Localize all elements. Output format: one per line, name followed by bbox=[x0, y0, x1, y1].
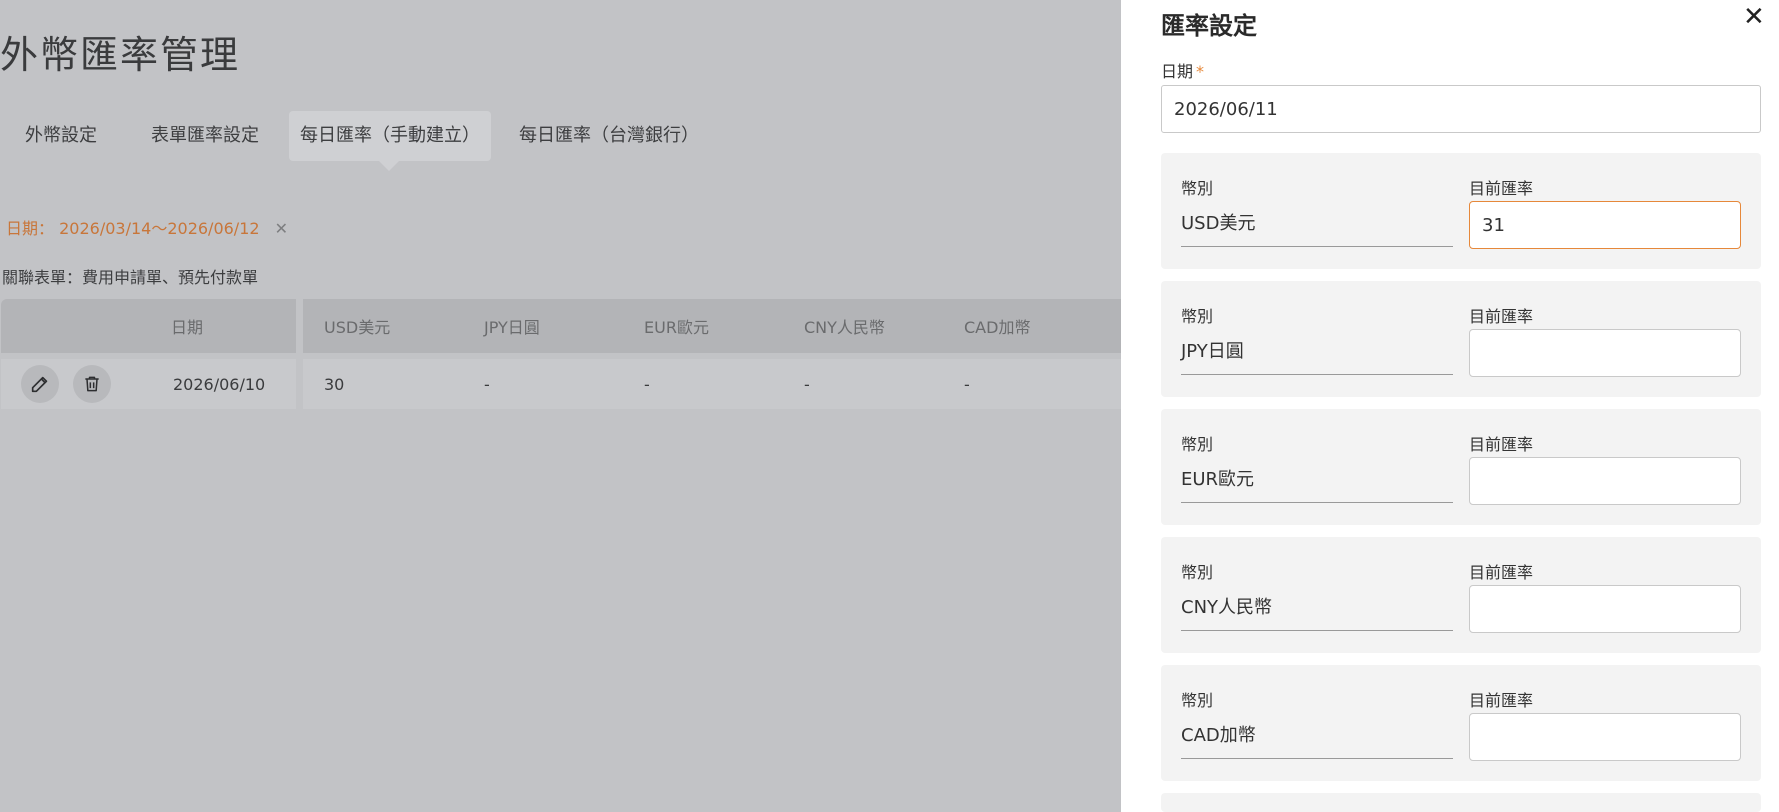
currency-label: 幣別 bbox=[1181, 691, 1214, 710]
cell-jpy: - bbox=[484, 374, 490, 394]
column-separator bbox=[296, 359, 303, 409]
drawer-title: 匯率設定 bbox=[1161, 12, 1257, 40]
edit-button[interactable] bbox=[21, 365, 59, 403]
date-field-label: 日期 * bbox=[1161, 58, 1204, 82]
header-jpy: JPY日圓 bbox=[484, 318, 540, 337]
currency-card-cad: 幣別 目前匯率 CAD加幣 bbox=[1161, 665, 1761, 781]
column-separator bbox=[296, 299, 303, 353]
rate-label: 目前匯率 bbox=[1469, 691, 1534, 710]
cell-usd: 30 bbox=[324, 374, 345, 394]
rate-label: 目前匯率 bbox=[1469, 179, 1534, 198]
page-title: 外幣匯率管理 bbox=[0, 33, 241, 77]
rate-settings-drawer: 匯率設定 ✕ 日期* 幣別 目前匯率 USD美元 幣別 目前匯率 JPY日圓 幣… bbox=[1121, 0, 1779, 812]
currency-label: 幣別 bbox=[1181, 435, 1214, 454]
date-filter-chip: 日期： 2026/03/14～2026/06/12 ✕ bbox=[6, 215, 288, 239]
header-date: 日期 bbox=[171, 318, 204, 337]
rate-input-jpy[interactable] bbox=[1469, 329, 1741, 377]
filter-label: 日期： bbox=[6, 219, 55, 238]
cell-cad: - bbox=[964, 374, 970, 394]
rates-table: 日期 USD美元 JPY日圓 EUR歐元 CNY人民幣 CAD加幣 2026/0… bbox=[1, 299, 1121, 409]
close-icon[interactable]: ✕ bbox=[1743, 2, 1765, 32]
rate-label: 目前匯率 bbox=[1469, 435, 1534, 454]
tab-form-rate-settings[interactable]: 表單匯率設定 bbox=[139, 111, 271, 161]
date-label-text: 日期 bbox=[1161, 62, 1194, 81]
rate-input-usd[interactable] bbox=[1469, 201, 1741, 249]
edit-icon bbox=[31, 376, 48, 393]
currency-label: 幣別 bbox=[1181, 563, 1214, 582]
cell-date: 2026/06/10 bbox=[173, 374, 266, 394]
tab-daily-rate-bank[interactable]: 每日匯率（台灣銀行） bbox=[507, 111, 711, 161]
currency-value: CNY人民幣 bbox=[1181, 593, 1453, 631]
delete-button[interactable] bbox=[73, 365, 111, 403]
trash-icon bbox=[85, 376, 99, 392]
currency-value: EUR歐元 bbox=[1181, 465, 1453, 503]
currency-label: 幣別 bbox=[1181, 307, 1214, 326]
tab-daily-rate-manual[interactable]: 每日匯率（手動建立） bbox=[289, 111, 491, 171]
cell-cny: - bbox=[804, 374, 810, 394]
currency-card-usd: 幣別 目前匯率 USD美元 bbox=[1161, 153, 1761, 269]
header-usd: USD美元 bbox=[324, 318, 391, 337]
currency-card-jpy: 幣別 目前匯率 JPY日圓 bbox=[1161, 281, 1761, 397]
rate-label: 目前匯率 bbox=[1469, 307, 1534, 326]
currency-value: CAD加幣 bbox=[1181, 721, 1453, 759]
table-header: 日期 USD美元 JPY日圓 EUR歐元 CNY人民幣 CAD加幣 bbox=[1, 299, 1121, 353]
currency-value: USD美元 bbox=[1181, 209, 1453, 247]
currency-card-next bbox=[1161, 793, 1761, 812]
required-mark: * bbox=[1196, 62, 1205, 81]
rate-input-eur[interactable] bbox=[1469, 457, 1741, 505]
currency-value: JPY日圓 bbox=[1181, 337, 1453, 375]
header-eur: EUR歐元 bbox=[644, 318, 709, 337]
currency-card-cny: 幣別 目前匯率 CNY人民幣 bbox=[1161, 537, 1761, 653]
tab-currency-settings[interactable]: 外幣設定 bbox=[13, 111, 109, 161]
rate-input-cny[interactable] bbox=[1469, 585, 1741, 633]
rate-input-cad[interactable] bbox=[1469, 713, 1741, 761]
filter-value: 2026/03/14～2026/06/12 bbox=[59, 219, 260, 238]
rate-label: 目前匯率 bbox=[1469, 563, 1534, 582]
date-input[interactable] bbox=[1161, 85, 1761, 133]
currency-card-eur: 幣別 目前匯率 EUR歐元 bbox=[1161, 409, 1761, 525]
currency-label: 幣別 bbox=[1181, 179, 1214, 198]
cell-eur: - bbox=[644, 374, 650, 394]
table-row: 2026/06/10 30 - - - - bbox=[1, 359, 1121, 409]
related-forms-text: 關聯表單：費用申請單、預先付款單 bbox=[2, 268, 259, 287]
header-cad: CAD加幣 bbox=[964, 318, 1031, 337]
close-icon[interactable]: ✕ bbox=[275, 219, 288, 238]
header-cny: CNY人民幣 bbox=[804, 318, 885, 337]
